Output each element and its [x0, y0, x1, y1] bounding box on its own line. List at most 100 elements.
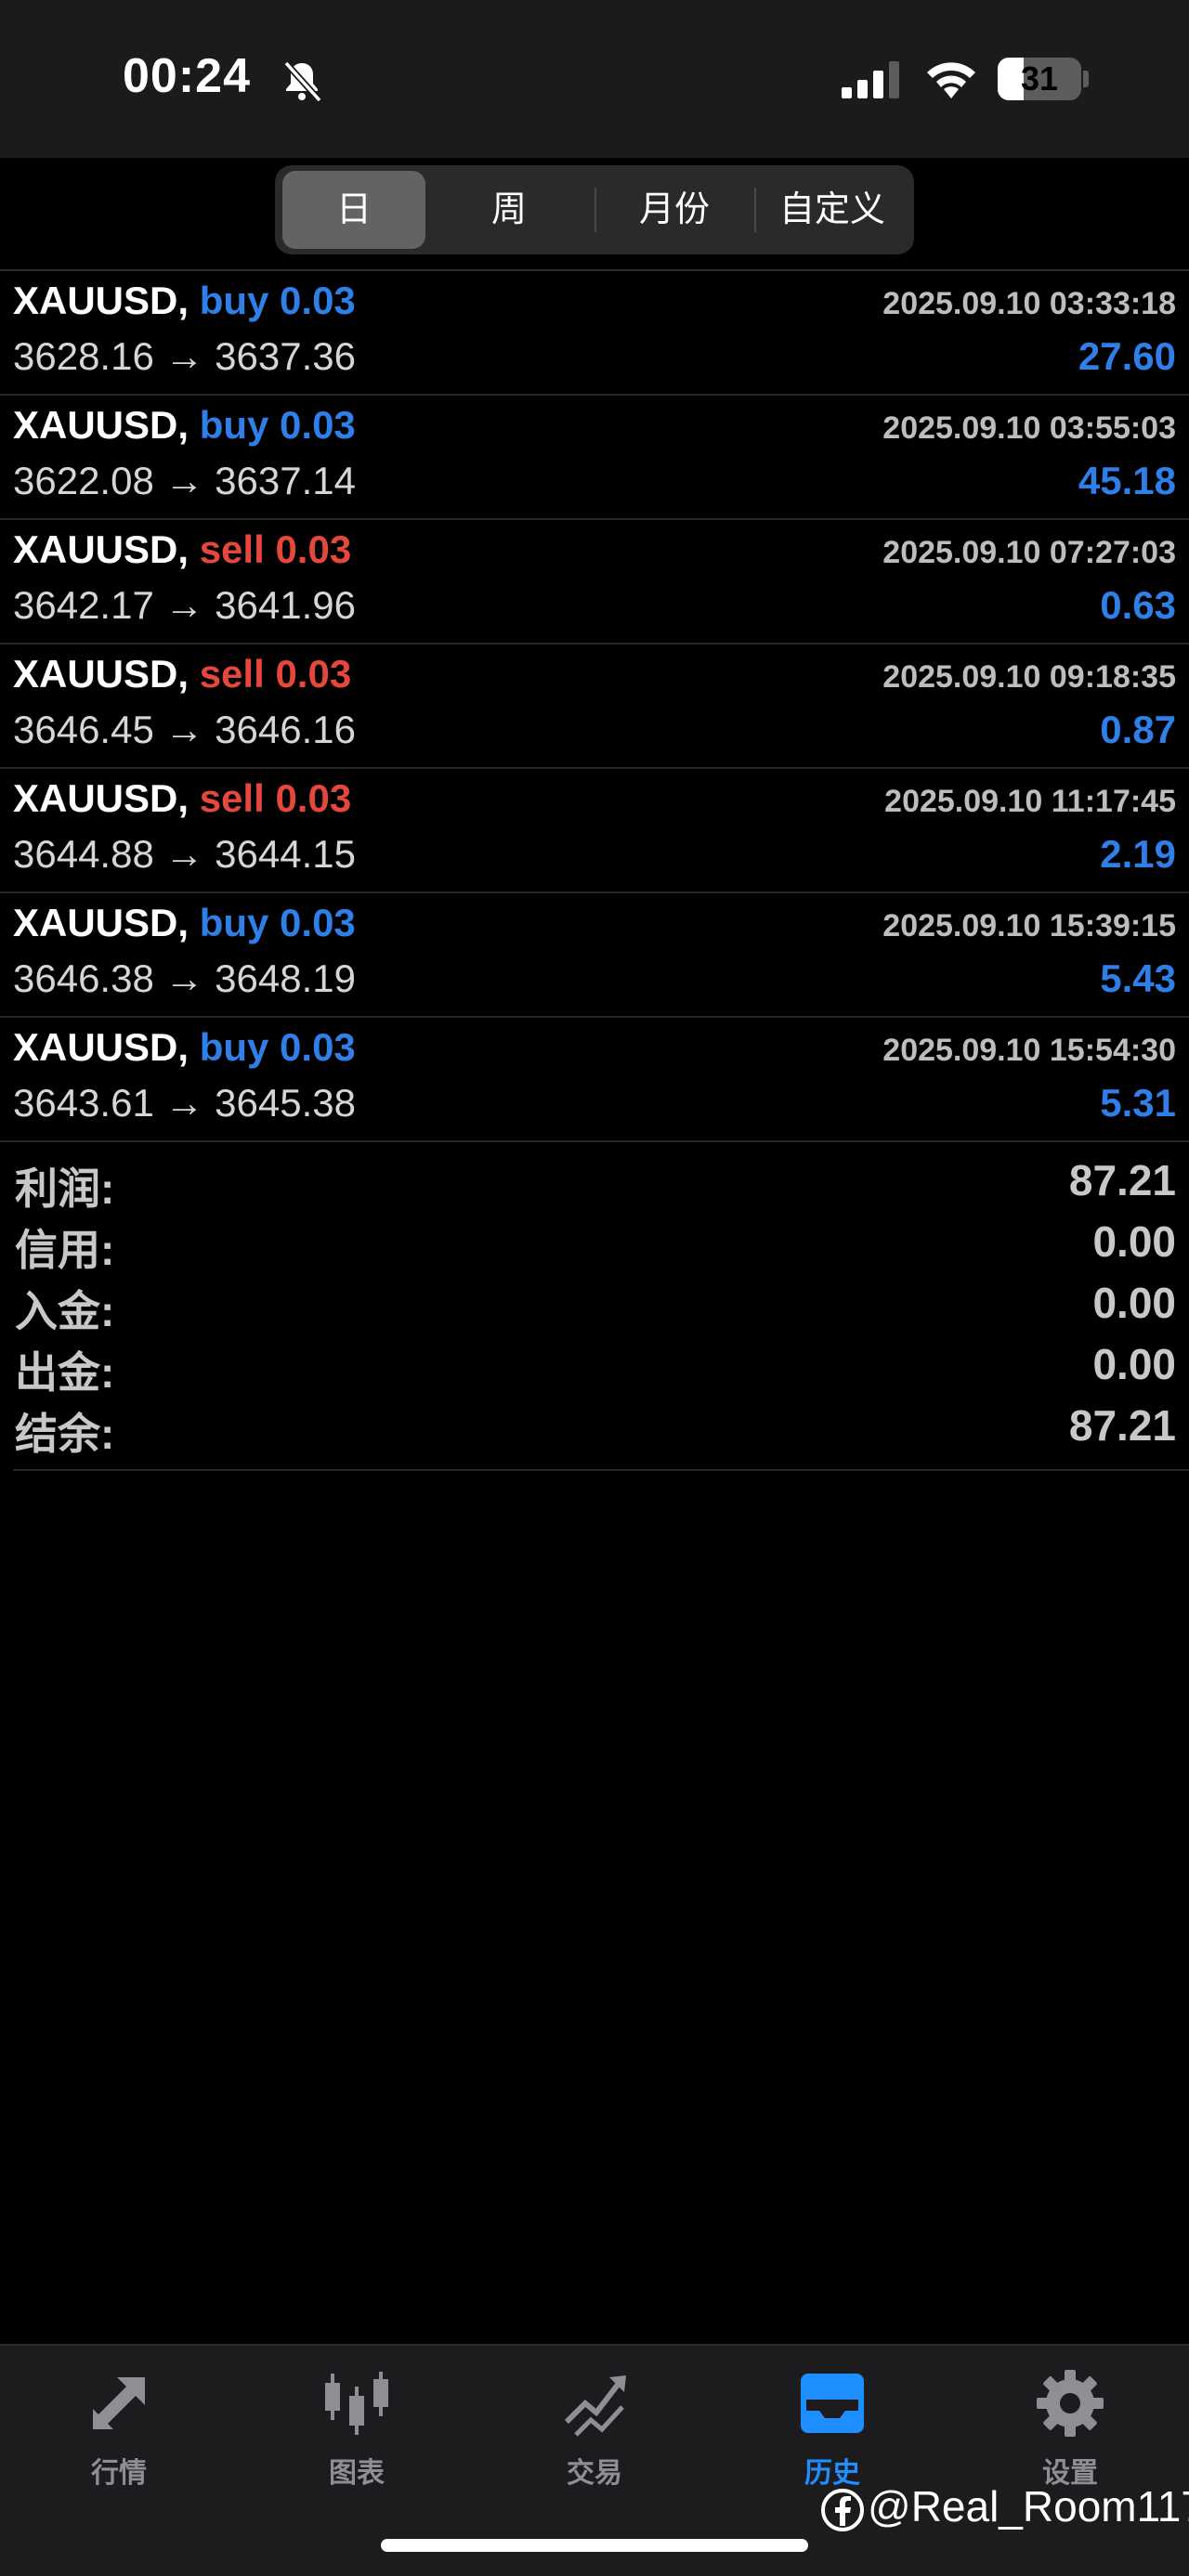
deal-side: sell	[199, 652, 265, 696]
deal-title: XAUUSD, buy 0.03	[13, 279, 356, 323]
deal-row[interactable]: XAUUSD, buy 0.03 2025.09.10 15:54:30 364…	[0, 1018, 1189, 1142]
wifi-icon	[927, 62, 975, 98]
deal-row[interactable]: XAUUSD, sell 0.03 2025.09.10 11:17:45 36…	[0, 769, 1189, 893]
summary-credit: 信用: 0.00	[0, 1213, 1189, 1274]
deal-symbol: XAUUSD,	[13, 901, 189, 944]
deal-symbol: XAUUSD,	[13, 1025, 189, 1069]
tab-custom[interactable]: 自定义	[756, 171, 908, 249]
deal-profit: 45.18	[1078, 459, 1176, 502]
candlestick-chart-icon	[325, 2372, 388, 2435]
deal-profit: 5.31	[1100, 1081, 1176, 1125]
tab-label: 图表	[329, 2458, 385, 2489]
deal-profit: 5.43	[1100, 956, 1176, 1000]
deal-time: 2025.09.10 11:17:45	[884, 784, 1176, 819]
deal-symbol: XAUUSD,	[13, 403, 189, 447]
quotes-arrows-icon	[93, 2377, 145, 2429]
watermark-text: @Real_Room117	[868, 2482, 1189, 2530]
deal-volume: 0.03	[280, 901, 356, 944]
deal-title: XAUUSD, buy 0.03	[13, 901, 356, 945]
home-indicator[interactable]	[381, 2539, 808, 2552]
summary-value: 0.00	[1092, 1217, 1176, 1266]
deal-profit: 2.19	[1100, 832, 1176, 876]
deal-prices: 3644.88 → 3644.15	[13, 832, 356, 876]
deal-volume: 0.03	[280, 279, 356, 322]
deal-volume: 0.03	[275, 652, 352, 696]
tab-label: 交易	[567, 2458, 622, 2489]
deal-side: buy	[199, 403, 269, 447]
deal-time: 2025.09.10 09:18:35	[882, 659, 1176, 695]
deal-time: 2025.09.10 15:39:15	[882, 908, 1176, 943]
facebook-icon	[821, 2488, 864, 2531]
deal-volume: 0.03	[280, 1025, 356, 1069]
deal-prices: 3628.16 → 3637.36	[13, 334, 356, 378]
deal-side: buy	[199, 901, 269, 944]
deal-title: XAUUSD, sell 0.03	[13, 527, 351, 572]
deal-row[interactable]: XAUUSD, buy 0.03 2025.09.10 15:39:15 364…	[0, 893, 1189, 1018]
deal-profit: 0.87	[1100, 708, 1176, 751]
battery-percent: 31	[1020, 59, 1059, 98]
summary-deposit: 入金: 0.00	[0, 1274, 1189, 1335]
deal-volume: 0.03	[280, 403, 356, 447]
deal-list: XAUUSD, buy 0.03 2025.09.10 03:33:18 362…	[0, 271, 1189, 1142]
deal-profit: 27.60	[1078, 334, 1176, 378]
tab-trade[interactable]: 交易	[476, 2364, 713, 2513]
deal-time: 2025.09.10 15:54:30	[882, 1033, 1176, 1068]
summary-balance: 结余: 87.21	[0, 1397, 1189, 1458]
deal-prices: 3643.61 → 3645.38	[13, 1081, 356, 1125]
deal-volume: 0.03	[275, 776, 352, 820]
deal-time: 2025.09.10 03:33:18	[882, 286, 1176, 321]
history-inbox-icon	[801, 2374, 864, 2433]
summary-withdrawal: 出金: 0.00	[0, 1335, 1189, 1397]
deal-side: buy	[199, 279, 269, 322]
deal-title: XAUUSD, sell 0.03	[13, 776, 351, 821]
summary-value: 0.00	[1092, 1279, 1176, 1327]
summary-value: 0.00	[1092, 1340, 1176, 1388]
tab-charts[interactable]: 图表	[238, 2364, 476, 2513]
deal-row[interactable]: XAUUSD, buy 0.03 2025.09.10 03:55:03 362…	[0, 396, 1189, 520]
bell-muted-icon	[283, 60, 322, 103]
tab-week[interactable]: 周	[431, 171, 587, 249]
watermark: @Real_Room117	[821, 2481, 1189, 2533]
tab-label: 行情	[91, 2458, 147, 2489]
summary-label: 入金:	[15, 1287, 115, 1335]
summary-section: 利润: 87.21 信用: 0.00 入金: 0.00 出金: 0.00 结余:…	[0, 1151, 1189, 1458]
deal-title: XAUUSD, buy 0.03	[13, 1025, 356, 1070]
divider	[13, 1469, 1189, 1471]
deal-side: sell	[199, 776, 265, 820]
deal-time: 2025.09.10 07:27:03	[882, 535, 1176, 570]
deal-side: sell	[199, 527, 265, 571]
deal-prices: 3642.17 → 3641.96	[13, 583, 356, 627]
deal-row[interactable]: XAUUSD, sell 0.03 2025.09.10 07:27:03 36…	[0, 520, 1189, 644]
tab-day[interactable]: 日	[282, 171, 425, 249]
summary-value: 87.21	[1068, 1401, 1176, 1450]
battery-cap	[1083, 71, 1089, 87]
deal-title: XAUUSD, buy 0.03	[13, 403, 356, 448]
status-time: 00:24	[123, 49, 251, 103]
period-segmented-control: 日 周 月份 自定义	[275, 165, 914, 254]
deal-title: XAUUSD, sell 0.03	[13, 652, 351, 696]
summary-profit: 利润: 87.21	[0, 1151, 1189, 1213]
tab-quotes[interactable]: 行情	[0, 2364, 238, 2513]
deal-side: buy	[199, 1025, 269, 1069]
deal-symbol: XAUUSD,	[13, 279, 189, 322]
deal-row[interactable]: XAUUSD, buy 0.03 2025.09.10 03:33:18 362…	[0, 271, 1189, 396]
summary-label: 利润:	[15, 1164, 115, 1213]
deal-row[interactable]: XAUUSD, sell 0.03 2025.09.10 09:18:35 36…	[0, 644, 1189, 769]
summary-label: 信用:	[15, 1226, 115, 1274]
cellular-signal-icon	[842, 61, 899, 98]
deal-prices: 3646.38 → 3648.19	[13, 956, 356, 1000]
battery-indicator: 31	[998, 58, 1081, 100]
deal-time: 2025.09.10 03:55:03	[882, 410, 1176, 446]
deal-volume: 0.03	[275, 527, 352, 571]
deal-symbol: XAUUSD,	[13, 527, 189, 571]
summary-value: 87.21	[1068, 1156, 1176, 1204]
deal-symbol: XAUUSD,	[13, 776, 189, 820]
deal-profit: 0.63	[1100, 583, 1176, 627]
trade-chart-icon	[564, 2375, 626, 2437]
tab-month[interactable]: 月份	[596, 171, 752, 249]
deal-prices: 3622.08 → 3637.14	[13, 459, 356, 502]
summary-label: 结余:	[15, 1410, 115, 1458]
deal-prices: 3646.45 → 3646.16	[13, 708, 356, 751]
status-bar: 00:24 31	[0, 0, 1189, 158]
summary-label: 出金:	[15, 1348, 115, 1397]
